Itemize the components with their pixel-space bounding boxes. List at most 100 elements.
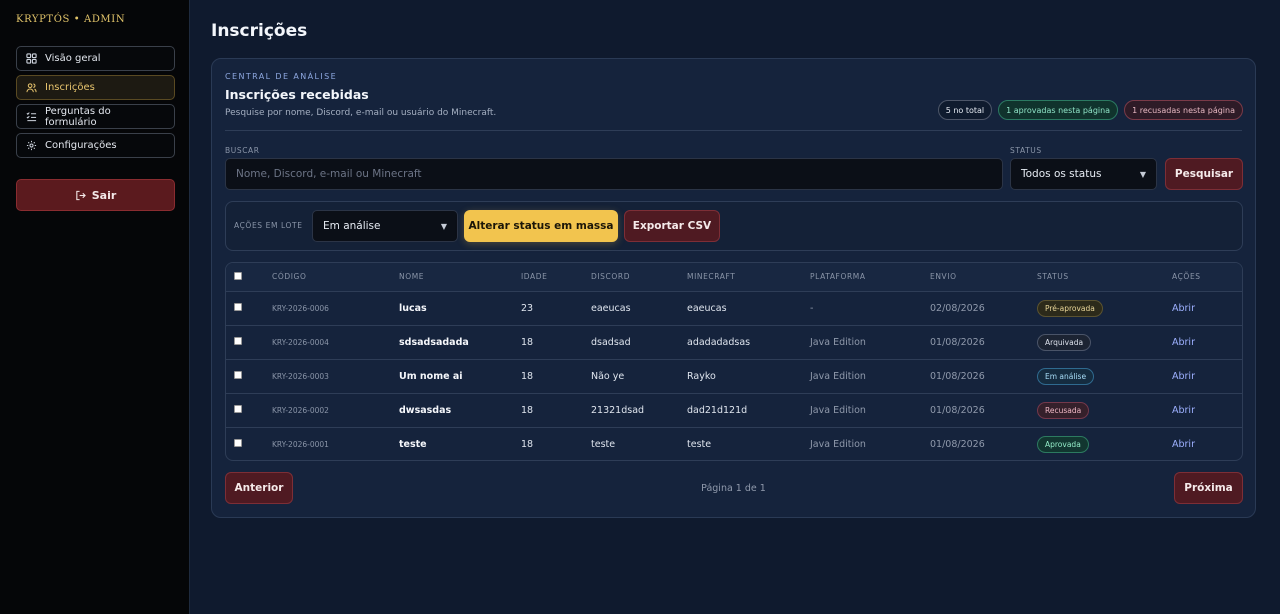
divider	[225, 130, 1242, 131]
cell-minecraft: adadadadsas	[687, 325, 810, 360]
rejected-badge: 1 recusadas nesta página	[1124, 100, 1243, 120]
status-select[interactable]: Todos os status ▼	[1010, 158, 1157, 190]
row-select-cell	[226, 359, 272, 394]
cell-status: Em análise	[1037, 359, 1172, 394]
header-sent: ENVIO	[930, 263, 1037, 292]
card-kicker: CENTRAL DE ANÁLISE	[225, 72, 338, 81]
search-button[interactable]: Pesquisar	[1165, 158, 1243, 190]
table-row: KRY-2026-0003 Um nome ai 18 Não ye Rayko Java…	[226, 359, 1242, 394]
sidebar-item-label: Visão geral	[45, 53, 101, 64]
table-row: KRY-2026-0006 lucas 23 eaeucas eaeucas -02/08…	[226, 291, 1242, 326]
gear-icon	[26, 140, 37, 151]
chevron-down-icon: ▼	[1139, 169, 1146, 179]
approved-badge: 1 aprovadas nesta página	[998, 100, 1119, 120]
cell-sent: 01/08/2026	[930, 325, 1037, 360]
cell-name: dwsasdas	[399, 393, 521, 428]
cell-minecraft: eaeucas	[687, 291, 810, 326]
row-select-cell	[226, 291, 272, 326]
cell-platform: Java Edition	[810, 438, 866, 450]
sidebar-item-inscricoes[interactable]: Inscrições	[16, 75, 175, 100]
cell-code: KRY-2026-0001	[272, 439, 329, 449]
cell-age: 18	[521, 325, 591, 360]
cell-name: Um nome ai	[399, 359, 521, 394]
grid-icon	[26, 53, 37, 64]
chevron-down-icon: ▼	[440, 221, 447, 231]
open-link[interactable]: Abrir	[1172, 439, 1195, 450]
open-link[interactable]: Abrir	[1172, 303, 1195, 314]
card-subtitle: Pesquise por nome, Discord, e-mail ou us…	[225, 108, 497, 118]
row-select-cell	[226, 427, 272, 460]
cell-actions: Abrir	[1172, 393, 1242, 428]
cell-platform: Java Edition	[810, 393, 930, 428]
cell-discord: dsadsad	[591, 325, 687, 360]
header-code: CÓDIGO	[272, 263, 399, 292]
sidebar-item-label: Inscrições	[45, 82, 95, 93]
sidebar: KRYPTÓS • ADMIN Visão geral Inscrições P…	[0, 0, 190, 614]
row-checkbox[interactable]	[234, 302, 242, 311]
cell-status: Pré-aprovada	[1037, 291, 1172, 326]
search-input[interactable]	[225, 158, 1003, 190]
row-checkbox[interactable]	[234, 336, 242, 345]
cell-code: KRY-2026-0002	[272, 393, 399, 428]
status-label: STATUS	[1010, 146, 1042, 155]
cell-name: teste	[399, 438, 427, 450]
cell-age: 23	[521, 291, 591, 326]
open-link[interactable]: Abrir	[1172, 405, 1195, 416]
select-all-cell	[226, 263, 272, 292]
cell-code: KRY-2026-0004	[272, 325, 399, 360]
header-age: IDADE	[521, 263, 591, 292]
summary-badges: 5 no total 1 aprovadas nesta página 1 re…	[937, 100, 1243, 120]
sidebar-item-form-questions[interactable]: Perguntas do formulário	[16, 104, 175, 129]
status-badge: Em análise	[1037, 367, 1095, 385]
row-checkbox[interactable]	[234, 404, 242, 413]
row-checkbox[interactable]	[234, 370, 242, 379]
cell-actions: Abrir	[1172, 325, 1242, 360]
cell-discord: eaeucas	[591, 291, 687, 326]
cell-platform: Java Edition	[810, 359, 930, 394]
export-csv-button[interactable]: Exportar CSV	[624, 210, 720, 242]
page-title: Inscrições	[211, 21, 308, 41]
card-title: Inscrições recebidas	[225, 87, 369, 102]
header-name: NOME	[399, 263, 521, 292]
cell-sent: 01/08/2026	[930, 438, 985, 450]
table-header-row: CÓDIGO NOME IDADE DISCORD MINECRAFT PLAT…	[226, 263, 1242, 292]
users-icon	[26, 82, 37, 93]
status-badge: Arquivada	[1037, 333, 1092, 351]
sidebar-item-label: Configurações	[45, 140, 117, 151]
inscriptions-card: CENTRAL DE ANÁLISE Inscrições recebidas …	[211, 58, 1256, 518]
brand-logo: KRYPTÓS • ADMIN	[16, 14, 126, 25]
cell-code: KRY-2026-0003	[272, 359, 399, 394]
cell-status: Aprovada	[1037, 427, 1172, 460]
sidebar-item-settings[interactable]: Configurações	[16, 133, 175, 158]
next-page-button[interactable]: Próxima	[1174, 472, 1243, 504]
sidebar-item-overview[interactable]: Visão geral	[16, 46, 175, 71]
total-badge: 5 no total	[937, 100, 993, 120]
cell-age: 18	[521, 393, 591, 428]
header-actions: AÇÕES	[1172, 263, 1242, 292]
inscriptions-table: CÓDIGO NOME IDADE DISCORD MINECRAFT PLAT…	[225, 262, 1243, 461]
cell-minecraft: Rayko	[687, 359, 810, 394]
logout-label: Sair	[91, 188, 117, 202]
cell-actions: Abrir	[1172, 427, 1242, 460]
cell-sent: 02/08/2026	[930, 291, 1037, 326]
header-minecraft: MINECRAFT	[687, 263, 810, 292]
select-all-checkbox[interactable]	[234, 271, 242, 280]
cell-minecraft: dad21d121d	[687, 393, 810, 428]
table-row: KRY-2026-0001 teste 18 teste teste Java Editi…	[226, 427, 1242, 460]
header-discord: DISCORD	[591, 263, 687, 292]
cell-sent: 01/08/2026	[930, 359, 1037, 394]
page-indicator: Página 1 de 1	[701, 483, 766, 494]
open-link[interactable]: Abrir	[1172, 337, 1195, 348]
bulk-status-select[interactable]: Em análise ▼	[312, 210, 458, 242]
open-link[interactable]: Abrir	[1172, 371, 1195, 382]
cell-age: 18	[521, 359, 591, 394]
row-select-cell	[226, 393, 272, 428]
cell-discord: teste	[591, 438, 616, 450]
row-checkbox[interactable]	[234, 438, 242, 447]
cell-code: KRY-2026-0006	[272, 291, 399, 326]
logout-icon	[75, 190, 86, 201]
sidebar-item-label: Perguntas do formulário	[45, 105, 111, 128]
row-select-cell	[226, 325, 272, 360]
bulk-apply-button[interactable]: Alterar status em massa	[464, 210, 618, 242]
logout-button[interactable]: Sair	[16, 179, 175, 211]
